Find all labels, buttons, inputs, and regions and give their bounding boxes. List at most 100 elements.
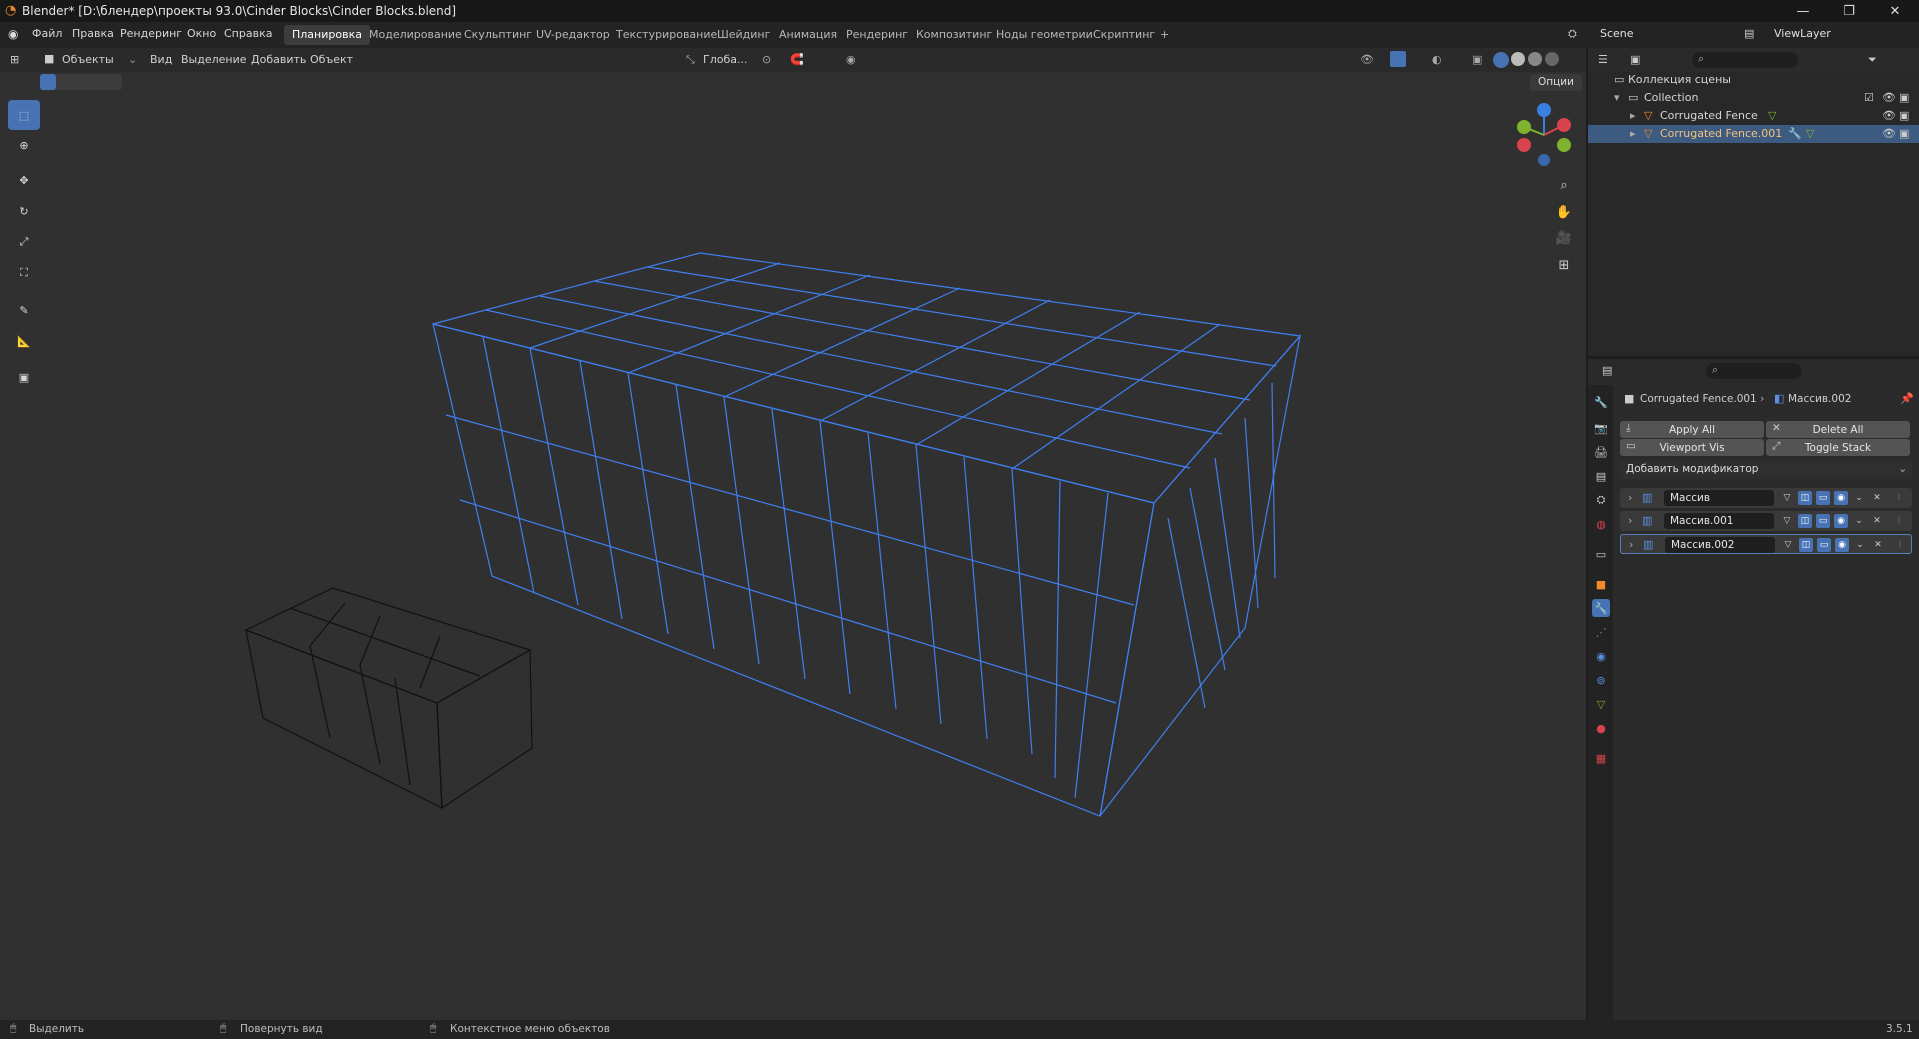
camera-icon[interactable]: ▣ (1899, 91, 1909, 104)
viewport-icon[interactable]: ▭ (1817, 538, 1831, 552)
outliner-item-corrugated-fence-001[interactable]: ▸ ▽ Corrugated Fence.001 🔧 ▽ 👁 ▣ (1588, 125, 1919, 143)
render-icon[interactable]: ◉ (1835, 538, 1849, 552)
modifier-row-array[interactable]: › ▥ Массив ▽ ◫ ▭ ◉ ⌄ ✕ ⁞ (1620, 488, 1912, 508)
tab-animation[interactable]: Анимация (771, 25, 845, 45)
edit-mode-icon[interactable]: ▽ (1780, 514, 1794, 528)
chevron-right-icon[interactable]: › (1629, 538, 1633, 551)
eye-icon[interactable]: 👁 (1882, 91, 1896, 104)
pivot-icon[interactable]: ⊙ (762, 53, 771, 66)
tab-geometry-nodes[interactable]: Ноды геометрии (988, 25, 1101, 45)
modifier-wrench-icon[interactable]: 🔧 (1788, 127, 1802, 140)
material-tab-icon[interactable]: ● (1592, 719, 1610, 737)
tab-shading[interactable]: Шейдинг (709, 25, 778, 45)
scene-tab-icon[interactable]: ⛭ (1592, 491, 1610, 509)
tab-uv-editor[interactable]: UV-редактор (528, 25, 618, 45)
menu-help[interactable]: Справка (224, 27, 272, 40)
annotate-tool-icon[interactable]: ✎ (8, 295, 40, 325)
viewlayer-selector[interactable]: ViewLayer (1774, 27, 1831, 40)
navigation-gizmo[interactable] (1504, 100, 1584, 170)
select-box-tool-icon[interactable]: ⬚ (8, 100, 40, 130)
modifier-name-field[interactable]: Массив (1664, 490, 1774, 506)
camera-icon[interactable]: ▣ (1899, 127, 1909, 140)
rendered-shading-icon[interactable] (1545, 52, 1559, 66)
delete-all-button[interactable]: ✕ Delete All (1766, 421, 1910, 438)
chevron-right-icon[interactable]: ▸ (1630, 109, 1636, 122)
filter-icon[interactable]: ⏷ (1868, 53, 1877, 67)
maximize-button[interactable]: ❐ (1826, 0, 1872, 22)
eye-icon[interactable]: 👁 (1882, 109, 1896, 122)
edit-mode-icon[interactable]: ▽ (1780, 491, 1794, 505)
cage-icon[interactable]: ◫ (1799, 538, 1813, 552)
mode-selector[interactable]: Объекты (62, 53, 114, 66)
eye-icon[interactable]: 👁 (1882, 127, 1896, 140)
toggle-stack-button[interactable]: ⤢ Toggle Stack (1766, 439, 1910, 456)
edit-mode-icon[interactable]: ▽ (1781, 538, 1795, 552)
menu-object[interactable]: Объект (310, 53, 353, 66)
drag-handle-icon[interactable]: ⁞ (1892, 514, 1906, 528)
tab-modeling[interactable]: Моделирование (361, 25, 470, 45)
solid-shading-icon[interactable] (1511, 52, 1525, 66)
overlay-icon[interactable]: ◐ (1432, 53, 1442, 66)
render-icon[interactable]: ◉ (1834, 491, 1848, 505)
measure-tool-icon[interactable]: 📐 (8, 326, 40, 356)
texture-tab-icon[interactable]: ▦ (1592, 749, 1610, 767)
menu-file[interactable]: Файл (32, 27, 62, 40)
scale-tool-icon[interactable]: ⤢ (8, 227, 40, 257)
camera-icon[interactable]: ▣ (1899, 109, 1909, 122)
xray-icon[interactable]: ▣ (1472, 53, 1482, 66)
menu-select[interactable]: Выделение (181, 53, 247, 66)
select-new-icon[interactable] (40, 74, 56, 90)
world-tab-icon[interactable]: ◍ (1592, 515, 1610, 533)
chevron-down-icon[interactable]: ⌄ (128, 53, 137, 66)
selection-mode-buttons[interactable] (40, 74, 122, 90)
modifier-name-field[interactable]: Массив.002 (1665, 537, 1775, 553)
add-cube-tool-icon[interactable]: ▣ (8, 362, 40, 392)
gizmo-toggle-icon[interactable] (1390, 51, 1406, 67)
data-tab-icon[interactable]: ▽ (1592, 695, 1610, 713)
chevron-down-icon[interactable]: ⌄ (1853, 538, 1867, 552)
physics-tab-icon[interactable]: ◉ (1592, 647, 1610, 665)
render-icon[interactable]: ◉ (1834, 514, 1848, 528)
constraints-tab-icon[interactable]: ⊚ (1592, 671, 1610, 689)
view-layer-tab-icon[interactable]: ▤ (1592, 467, 1610, 485)
editor-type-icon[interactable]: ⊞ (10, 53, 19, 66)
chevron-down-icon[interactable]: ⌄ (1852, 491, 1866, 505)
outliner-collection[interactable]: ▾ ▭ Collection ☑ 👁 ▣ (1588, 89, 1919, 107)
viewport-icon[interactable]: ▭ (1816, 491, 1830, 505)
zoom-icon[interactable]: ⌕ (1552, 173, 1576, 197)
transform-orientation-selector[interactable]: Глоба... (703, 53, 747, 66)
cage-icon[interactable]: ◫ (1798, 491, 1812, 505)
add-modifier-dropdown[interactable]: Добавить модификатор ⌄ (1620, 461, 1912, 479)
display-mode-icon[interactable]: ▣ (1630, 53, 1640, 66)
drag-handle-icon[interactable]: ⁞ (1892, 491, 1906, 505)
mesh-data-icon[interactable]: ▽ (1768, 109, 1776, 122)
rotate-tool-icon[interactable]: ↻ (8, 196, 40, 226)
chevron-down-icon[interactable]: ▾ (1614, 91, 1620, 104)
cursor-tool-icon[interactable]: ⊕ (8, 130, 40, 160)
drag-handle-icon[interactable]: ⁞ (1893, 538, 1907, 552)
close-icon[interactable]: ✕ (1870, 514, 1884, 528)
3d-viewport[interactable] (0, 48, 1586, 1020)
checkbox-icon[interactable]: ☑ (1864, 91, 1874, 104)
modifier-row-array-002[interactable]: › ▥ Массив.002 ▽ ◫ ▭ ◉ ⌄ ✕ ⁞ (1620, 534, 1912, 554)
add-workspace-button[interactable]: + (1152, 25, 1177, 45)
modifier-tab-icon[interactable]: 🔧 (1592, 599, 1610, 617)
outliner-item-corrugated-fence[interactable]: ▸ ▽ Corrugated Fence ▽ 👁 ▣ (1588, 107, 1919, 125)
menu-render[interactable]: Рендеринг (120, 27, 182, 40)
tab-layout[interactable]: Планировка (284, 25, 370, 45)
grid-view-icon[interactable]: ⊞ (1552, 253, 1576, 277)
material-shading-icon[interactable] (1528, 52, 1542, 66)
camera-icon[interactable]: 🎥 (1552, 226, 1576, 250)
outliner-scene-collection[interactable]: ▭ Коллекция сцены (1588, 71, 1919, 89)
pan-hand-icon[interactable]: ✋ (1552, 200, 1576, 224)
tab-compositing[interactable]: Композитинг (908, 25, 1000, 45)
tool-tab-icon[interactable]: 🔧 (1592, 393, 1610, 411)
modifier-row-array-001[interactable]: › ▥ Массив.001 ▽ ◫ ▭ ◉ ⌄ ✕ ⁞ (1620, 511, 1912, 531)
menu-add[interactable]: Добавить (251, 53, 306, 66)
apply-all-button[interactable]: ⤓ Apply All (1620, 421, 1764, 438)
close-icon[interactable]: ✕ (1871, 538, 1885, 552)
editor-type-icon[interactable]: ☰ (1598, 53, 1608, 66)
chevron-down-icon[interactable]: ⌄ (1852, 514, 1866, 528)
render-tab-icon[interactable]: 📷 (1592, 419, 1610, 437)
wireframe-shading-icon[interactable] (1493, 52, 1509, 68)
